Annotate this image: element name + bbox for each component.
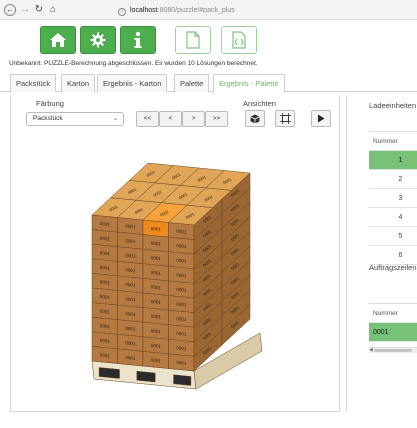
prev-page-button[interactable]: <: [159, 111, 182, 127]
tab-karton[interactable]: Karton: [61, 74, 96, 92]
last-page-button[interactable]: >>: [205, 111, 228, 127]
status-message: Unbekannt: PUZZLE-Berechnung abgeschloss…: [9, 60, 258, 67]
view-front-button[interactable]: [275, 110, 295, 127]
horizontal-scrollbar[interactable]: ◀: [369, 347, 417, 353]
table-row[interactable]: 4: [369, 208, 417, 227]
code-file-button[interactable]: [221, 26, 257, 54]
play-icon: [318, 114, 325, 123]
table-row[interactable]: 0001: [369, 323, 417, 342]
scroll-left-icon[interactable]: ◀: [369, 347, 373, 353]
url-path: :8080/puzzle/#pack_plus: [157, 7, 235, 14]
tab-palette[interactable]: Palette: [174, 74, 210, 92]
address-bar[interactable]: i localhost:8080/puzzle/#pack_plus: [118, 4, 358, 17]
faerbung-value: Packstück: [33, 115, 63, 122]
browser-bar: ← → ↻ ⌂ i localhost:8080/puzzle/#pack_plu…: [0, 0, 417, 20]
auftragszeilen-title: Auftragszeilen: [369, 263, 417, 272]
ansichten-label: Ansichten: [243, 99, 276, 108]
home-icon: [50, 33, 66, 47]
info-icon: i: [118, 8, 126, 16]
back-icon[interactable]: ←: [4, 4, 16, 16]
next-page-button[interactable]: >: [182, 111, 205, 127]
forward-icon[interactable]: →: [19, 4, 31, 16]
tab-packstueck[interactable]: Packstück: [10, 74, 57, 92]
faerbung-label: Färbung: [36, 99, 64, 108]
table-row[interactable]: 3: [369, 189, 417, 208]
table-row[interactable]: 2: [369, 170, 417, 189]
play-button[interactable]: [311, 110, 331, 127]
cube-icon: [250, 114, 260, 123]
auftragszeilen-table: Nummer 0001: [369, 303, 417, 342]
info-icon: [134, 31, 142, 48]
table-row[interactable]: 5: [369, 227, 417, 246]
scrollbar-thumb[interactable]: [374, 349, 412, 352]
info-button[interactable]: [120, 26, 156, 54]
pallet-gap: [173, 374, 192, 386]
tab-ergebnis-palette[interactable]: Ergebnis - Palette: [213, 74, 285, 93]
auftragszeilen-header[interactable]: Nummer: [369, 304, 417, 323]
faerbung-select[interactable]: Packstück ⌄: [26, 112, 124, 126]
document-button[interactable]: [175, 26, 211, 54]
first-page-button[interactable]: <<: [136, 111, 159, 127]
pallet-gap: [136, 370, 156, 383]
settings-button[interactable]: [80, 26, 116, 54]
pallet-gap: [98, 367, 120, 379]
reload-icon[interactable]: ↻: [33, 4, 45, 16]
table-row[interactable]: 1: [369, 151, 417, 170]
home-button[interactable]: [40, 26, 76, 54]
chevron-down-icon: ⌄: [112, 116, 118, 122]
gear-icon: [90, 32, 106, 48]
url-host: localhost: [130, 7, 158, 14]
ladeeinheiten-header[interactable]: Nummer: [369, 132, 417, 151]
frame-icon: [279, 113, 291, 124]
tab-bar: Packstück Karton Ergebnis - Karton Palet…: [0, 74, 417, 93]
home-icon[interactable]: ⌂: [47, 4, 59, 16]
side-panel: Ladeeinheiten Nummer 1 2 3 4 5 6 ◀ Auftr…: [346, 95, 417, 412]
ladeeinheiten-title: Ladeeinheiten: [369, 101, 417, 110]
ladeeinheiten-table: Nummer 1 2 3 4 5 6: [369, 131, 417, 265]
tab-ergebnis-karton[interactable]: Ergebnis - Karton: [97, 74, 168, 92]
code-file-icon: [232, 31, 246, 49]
view-3d-button[interactable]: [245, 110, 265, 127]
pallet-3d-view[interactable]: 0001 0001 0001 00010001 0001 0001 00010001 0001…: [80, 135, 270, 405]
document-icon: [186, 31, 200, 49]
